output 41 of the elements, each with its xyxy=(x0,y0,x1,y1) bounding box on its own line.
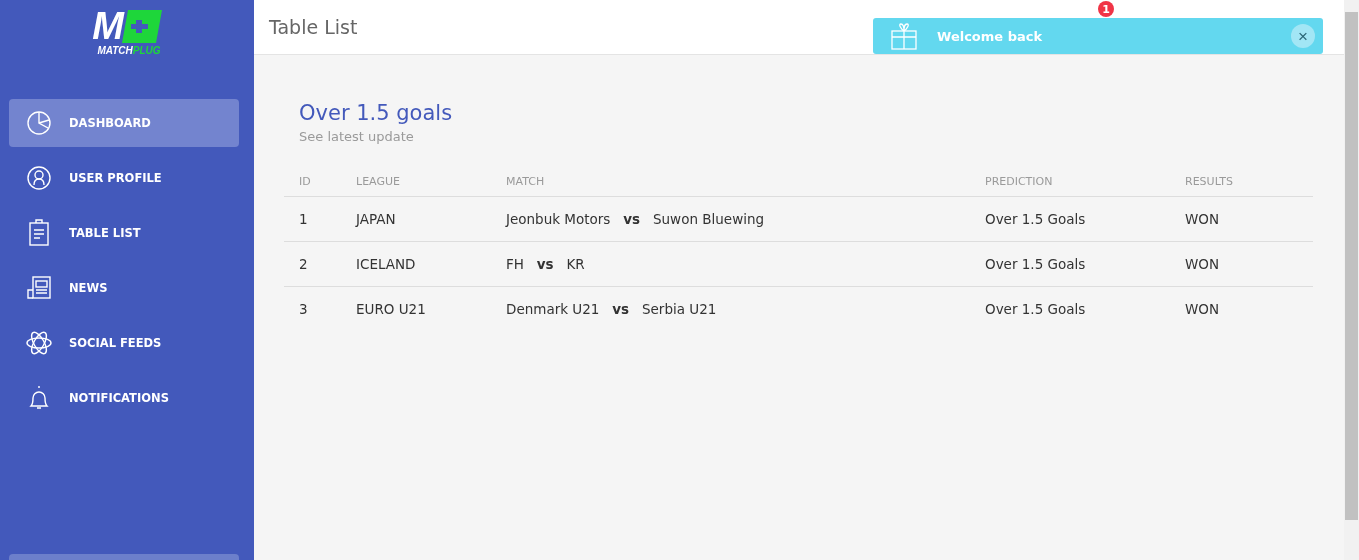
table-cell: Over 1.5 Goals xyxy=(970,286,1170,331)
user-icon xyxy=(25,164,53,192)
scrollbar[interactable] xyxy=(1344,0,1359,560)
table-cell: JAPAN xyxy=(341,196,491,242)
logo-text: MATCH xyxy=(97,45,133,56)
sidebar-item[interactable]: DASHBOARD xyxy=(9,99,239,147)
table-cell: EURO U21 xyxy=(341,286,491,331)
table-cell: WON xyxy=(1170,286,1313,331)
logo-letter: M xyxy=(92,9,122,43)
card-title: Over 1.5 goals xyxy=(298,101,454,125)
table-cell: ICELAND xyxy=(341,241,491,287)
page-title: Table List xyxy=(269,16,358,38)
column-header: PREDICTION xyxy=(970,166,1170,197)
table-cell: FH vs KR xyxy=(491,241,970,287)
table-cell: 3 xyxy=(284,286,341,331)
table-cell: 2 xyxy=(284,241,341,287)
close-button[interactable]: × xyxy=(1291,24,1315,48)
toast-message: Welcome back xyxy=(937,28,1044,44)
gift-icon xyxy=(891,22,917,50)
sidebar-item[interactable]: NOTIFICATIONS xyxy=(9,374,239,422)
notification-badge: 1 xyxy=(1098,1,1114,17)
column-header: LEAGUE xyxy=(341,166,491,197)
sidebar-item[interactable]: NEWS xyxy=(9,264,239,312)
column-header: RESULTS xyxy=(1170,166,1313,197)
table-cell: Over 1.5 Goals xyxy=(970,241,1170,287)
logo-text: PLUG xyxy=(132,45,161,56)
newspaper-icon xyxy=(25,274,53,302)
table-cell: 1 xyxy=(284,196,341,242)
sidebar-item[interactable]: TABLE LIST xyxy=(9,209,239,257)
sidebar-item[interactable]: USER PROFILE xyxy=(9,154,239,202)
table-cell: Over 1.5 Goals xyxy=(970,196,1170,242)
table-cell: WON xyxy=(1170,196,1313,242)
card-subtitle: See latest update xyxy=(298,129,415,144)
table-cell: Denmark U21 vs Serbia U21 xyxy=(491,286,970,331)
pie-chart-icon xyxy=(25,109,53,137)
sidebar-item[interactable]: SOCIAL FEEDS xyxy=(9,319,239,367)
table-cell: WON xyxy=(1170,241,1313,287)
column-header: ID xyxy=(284,166,341,197)
table-cell: Jeonbuk Motors vs Suwon Bluewing xyxy=(491,196,970,242)
column-header: MATCH xyxy=(491,166,970,197)
atom-icon xyxy=(25,329,53,357)
